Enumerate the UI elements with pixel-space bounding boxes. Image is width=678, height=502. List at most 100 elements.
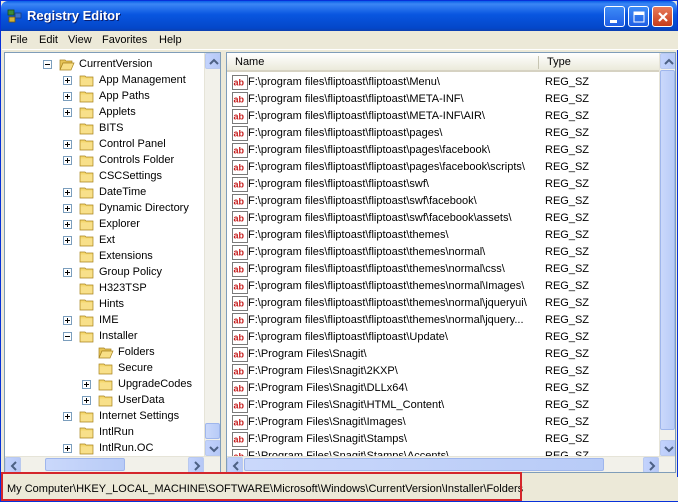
list-item[interactable]: ab F:\program files\fliptoast\fliptoast\p… xyxy=(227,159,659,176)
list-item[interactable]: ab F:\Program Files\Snagit\ REG_SZ xyxy=(227,346,659,363)
tree-item[interactable]: App Paths xyxy=(5,89,204,105)
values-list[interactable]: Name Type ab F:\program files\fliptoast\f… xyxy=(226,52,676,473)
list-scroll-left-button[interactable] xyxy=(227,457,243,472)
list-scroll-up-button[interactable] xyxy=(660,53,675,69)
tree-scroll-down-button[interactable] xyxy=(205,440,220,456)
tree-item[interactable]: CSCSettings xyxy=(5,169,204,185)
tree-item[interactable]: BITS xyxy=(5,121,204,137)
tree-item[interactable]: App Management xyxy=(5,73,204,89)
tree-item[interactable]: Dynamic Directory xyxy=(5,201,204,217)
list-item[interactable]: ab F:\program files\fliptoast\fliptoast\p… xyxy=(227,125,659,142)
expand-icon[interactable] xyxy=(63,220,72,229)
list-item[interactable]: ab F:\program files\fliptoast\fliptoast\M… xyxy=(227,108,659,125)
list-item[interactable]: ab F:\program files\fliptoast\fliptoast\p… xyxy=(227,142,659,159)
tree-item[interactable]: Secure xyxy=(5,361,204,377)
expand-icon[interactable] xyxy=(63,140,72,149)
menu-view[interactable]: View xyxy=(68,34,92,46)
tree-item[interactable]: Group Policy xyxy=(5,265,204,281)
list-item[interactable]: ab F:\Program Files\Snagit\HTML_Content\ R… xyxy=(227,397,659,414)
list-item[interactable]: ab F:\program files\fliptoast\fliptoast\t… xyxy=(227,295,659,312)
collapse-icon[interactable] xyxy=(43,60,52,69)
list-item[interactable]: ab F:\program files\fliptoast\fliptoast\t… xyxy=(227,244,659,261)
string-value-icon: ab xyxy=(232,126,248,141)
tree-item[interactable]: IntlRun xyxy=(5,425,204,441)
list-vertical-scrollbar[interactable] xyxy=(659,53,675,456)
expand-icon[interactable] xyxy=(63,316,72,325)
tree-item[interactable]: UpgradeCodes xyxy=(5,377,204,393)
tree-item[interactable]: DateTime xyxy=(5,185,204,201)
title-bar[interactable]: Registry Editor xyxy=(1,1,677,31)
tree-vertical-scrollbar[interactable] xyxy=(204,53,220,456)
list-item[interactable]: ab F:\program files\fliptoast\fliptoast\M… xyxy=(227,91,659,108)
list-hscroll-thumb[interactable] xyxy=(244,458,604,471)
tree-item[interactable]: Internet Settings xyxy=(5,409,204,425)
expand-icon[interactable] xyxy=(63,188,72,197)
expand-icon[interactable] xyxy=(63,204,72,213)
list-item[interactable]: ab F:\Program Files\Snagit\DLLx64\ REG_SZ xyxy=(227,380,659,397)
expand-icon[interactable] xyxy=(63,236,72,245)
tree-item[interactable]: Extensions xyxy=(5,249,204,265)
list-scroll-right-button[interactable] xyxy=(643,457,659,472)
expand-icon[interactable] xyxy=(63,92,72,101)
list-item[interactable]: ab F:\program files\fliptoast\fliptoast\s… xyxy=(227,210,659,227)
tree-item[interactable]: Folders xyxy=(5,345,204,361)
tree-item[interactable]: Hints xyxy=(5,297,204,313)
tree-item[interactable]: UserData xyxy=(5,393,204,409)
list-scroll-down-button[interactable] xyxy=(660,440,675,456)
string-value-icon: ab xyxy=(232,143,248,158)
expand-icon[interactable] xyxy=(82,380,91,389)
tree-item[interactable]: IME xyxy=(5,313,204,329)
list-item[interactable]: ab F:\program files\fliptoast\fliptoast\s… xyxy=(227,176,659,193)
menu-file[interactable]: File xyxy=(10,34,28,46)
menu-favorites[interactable]: Favorites xyxy=(102,34,147,46)
expand-icon[interactable] xyxy=(63,76,72,85)
value-name: F:\program files\fliptoast\fliptoast\the… xyxy=(248,280,525,292)
expand-icon[interactable] xyxy=(63,268,72,277)
tree-item[interactable]: Installer xyxy=(5,329,204,345)
list-item[interactable]: ab F:\Program Files\Snagit\Stamps\ REG_SZ xyxy=(227,431,659,448)
tree-scroll-right-button[interactable] xyxy=(188,457,204,472)
tree-scroll-thumb[interactable] xyxy=(205,423,220,439)
list-item[interactable]: ab F:\Program Files\Snagit\2KXP\ REG_SZ xyxy=(227,363,659,380)
close-button[interactable] xyxy=(652,6,673,27)
collapse-icon[interactable] xyxy=(63,332,72,341)
column-separator[interactable] xyxy=(538,56,539,69)
column-header-name[interactable]: Name xyxy=(235,56,264,68)
list-item[interactable]: ab F:\Program Files\Snagit\Images\ REG_SZ xyxy=(227,414,659,431)
tree-item[interactable]: Control Panel xyxy=(5,137,204,153)
menu-help[interactable]: Help xyxy=(159,34,182,46)
column-header-type[interactable]: Type xyxy=(547,56,571,68)
list-item[interactable]: ab F:\program files\fliptoast\fliptoast\t… xyxy=(227,227,659,244)
close-icon xyxy=(658,12,668,22)
tree-item[interactable]: Ext xyxy=(5,233,204,249)
tree-horizontal-scrollbar[interactable] xyxy=(5,456,220,472)
tree-item[interactable]: CurrentVersion xyxy=(5,57,204,73)
menu-edit[interactable]: Edit xyxy=(39,34,58,46)
list-scroll-thumb[interactable] xyxy=(660,70,675,430)
chevron-down-icon xyxy=(664,446,674,453)
expand-icon[interactable] xyxy=(82,396,91,405)
list-item[interactable]: ab F:\program files\fliptoast\fliptoast\t… xyxy=(227,261,659,278)
expand-icon[interactable] xyxy=(63,444,72,453)
expand-icon[interactable] xyxy=(63,156,72,165)
list-item[interactable]: ab F:\program files\fliptoast\fliptoast\U… xyxy=(227,329,659,346)
maximize-button[interactable] xyxy=(628,6,649,27)
minimize-button[interactable] xyxy=(604,6,625,27)
expand-icon[interactable] xyxy=(63,108,72,117)
list-item[interactable]: ab F:\program files\fliptoast\fliptoast\M… xyxy=(227,74,659,91)
list-item[interactable]: ab F:\program files\fliptoast\fliptoast\t… xyxy=(227,312,659,329)
list-item[interactable]: ab F:\program files\fliptoast\fliptoast\t… xyxy=(227,278,659,295)
tree-item[interactable]: Applets xyxy=(5,105,204,121)
tree-item[interactable]: IntlRun.OC xyxy=(5,441,204,457)
tree-scroll-up-button[interactable] xyxy=(205,53,220,69)
list-item[interactable]: ab F:\program files\fliptoast\fliptoast\s… xyxy=(227,193,659,210)
expand-icon[interactable] xyxy=(63,412,72,421)
registry-tree[interactable]: CurrentVersion App Management App Paths App… xyxy=(4,52,221,473)
tree-item[interactable]: Explorer xyxy=(5,217,204,233)
tree-scroll-left-button[interactable] xyxy=(5,457,21,472)
tree-item[interactable]: H323TSP xyxy=(5,281,204,297)
list-horizontal-scrollbar[interactable] xyxy=(227,456,675,472)
tree-item-label: Folders xyxy=(118,346,155,358)
tree-hscroll-thumb[interactable] xyxy=(45,458,125,471)
tree-item[interactable]: Controls Folder xyxy=(5,153,204,169)
